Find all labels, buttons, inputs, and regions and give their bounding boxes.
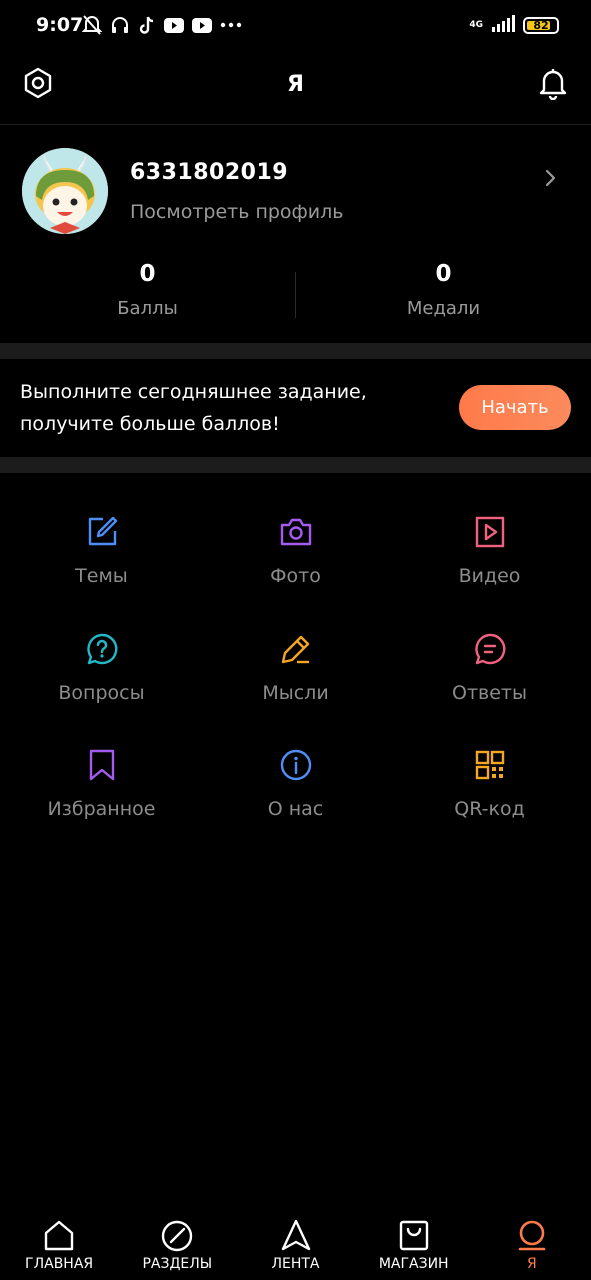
youtube-icon bbox=[164, 17, 184, 33]
grid-item-about[interactable]: О нас bbox=[203, 706, 388, 823]
grid-label: Избранное bbox=[47, 798, 156, 820]
section-divider bbox=[0, 343, 591, 359]
points-stat[interactable]: 0 Баллы bbox=[0, 258, 295, 328]
medals-value: 0 bbox=[435, 261, 452, 287]
task-line-2: получите больше баллов! bbox=[20, 413, 280, 435]
profile-circle-icon bbox=[515, 1218, 549, 1252]
medals-stat[interactable]: 0 Медали bbox=[296, 258, 591, 328]
home-icon bbox=[42, 1218, 76, 1252]
nav-label: РАЗДЕЛЫ bbox=[142, 1256, 213, 1272]
grid-item-video[interactable]: Видео bbox=[388, 473, 591, 590]
nav-store[interactable]: МАГАЗИН bbox=[355, 1208, 473, 1280]
qr-code-icon bbox=[473, 748, 507, 782]
edit-icon bbox=[85, 515, 119, 549]
grid-item-topics[interactable]: Темы bbox=[0, 473, 203, 590]
page-title: Я bbox=[287, 72, 304, 97]
muted-bell-icon bbox=[82, 14, 102, 36]
info-icon bbox=[279, 748, 313, 782]
bookmark-icon bbox=[85, 748, 119, 782]
grid-label: QR-код bbox=[454, 798, 525, 820]
task-line-1: Выполните сегодняшнее задание, bbox=[20, 381, 367, 403]
nav-label: ГЛАВНАЯ bbox=[25, 1256, 94, 1272]
youtube-icon bbox=[192, 17, 212, 33]
grid-label: Вопросы bbox=[58, 681, 145, 704]
system-status: 4G 82 bbox=[469, 14, 559, 36]
nav-feed[interactable]: ЛЕНТА bbox=[236, 1208, 354, 1280]
nav-home[interactable]: ГЛАВНАЯ bbox=[0, 1208, 118, 1280]
grid-item-favorites[interactable]: Избранное bbox=[0, 706, 203, 823]
tiktok-icon bbox=[138, 15, 156, 35]
more-dots-icon bbox=[220, 22, 242, 28]
nav-label: МАГАЗИН bbox=[378, 1256, 449, 1272]
grid-item-answers[interactable]: Ответы bbox=[388, 590, 591, 707]
start-button[interactable]: Начать bbox=[459, 385, 571, 430]
battery-percent: 82 bbox=[533, 18, 549, 32]
grid-label: Ответы bbox=[452, 681, 527, 704]
status-bar: 9:07 4G 82 bbox=[0, 0, 591, 52]
grid-label: Темы bbox=[75, 565, 128, 587]
task-text: Выполните сегодняшнее задание, получите … bbox=[20, 376, 420, 440]
nav-label: ЛЕНТА bbox=[271, 1256, 320, 1272]
sections-icon bbox=[160, 1218, 194, 1252]
profile-card: 6331802019 Посмотреть профиль 0 Баллы 0 … bbox=[0, 126, 591, 343]
question-icon bbox=[85, 632, 119, 666]
grid-label: О нас bbox=[267, 798, 324, 820]
status-time: 9:07 bbox=[36, 14, 84, 36]
app-header: Я bbox=[0, 52, 591, 125]
section-divider bbox=[0, 457, 591, 473]
nav-label: Я bbox=[527, 1256, 537, 1272]
battery-icon: 82 bbox=[523, 16, 559, 34]
shopping-bag-icon bbox=[397, 1218, 431, 1252]
grid-item-thoughts[interactable]: Мысли bbox=[203, 590, 388, 707]
video-icon bbox=[473, 515, 507, 549]
bell-icon[interactable] bbox=[537, 66, 569, 101]
points-label: Баллы bbox=[117, 298, 178, 319]
navigation-arrow-icon bbox=[279, 1218, 313, 1252]
user-id: 6331802019 bbox=[130, 160, 289, 185]
grid-label: Видео bbox=[458, 565, 521, 587]
grid-item-questions[interactable]: Вопросы bbox=[0, 590, 203, 707]
avatar[interactable] bbox=[22, 148, 108, 234]
points-value: 0 bbox=[139, 261, 156, 287]
headphones-icon bbox=[110, 15, 130, 35]
notification-icons bbox=[82, 14, 242, 36]
camera-icon bbox=[279, 515, 313, 549]
chat-icon bbox=[473, 632, 507, 666]
grid-label: Мысли bbox=[262, 681, 329, 704]
network-type: 4G bbox=[469, 19, 483, 30]
grid-item-qr-code[interactable]: QR-код bbox=[388, 706, 591, 823]
nav-profile[interactable]: Я bbox=[473, 1208, 591, 1280]
nav-sections[interactable]: РАЗДЕЛЫ bbox=[118, 1208, 236, 1280]
chevron-right-icon[interactable] bbox=[543, 168, 557, 188]
grid-item-photo[interactable]: Фото bbox=[203, 473, 388, 590]
feature-grid: Темы Фото Видео Вопросы Мысли Ответы Изб… bbox=[0, 473, 591, 823]
daily-task-banner: Выполните сегодняшнее задание, получите … bbox=[0, 358, 591, 457]
pencil-icon bbox=[279, 632, 313, 666]
view-profile-link[interactable]: Посмотреть профиль bbox=[130, 201, 343, 223]
medals-label: Медали bbox=[406, 298, 481, 319]
grid-label: Фото bbox=[270, 565, 321, 587]
profile-stats: 0 Баллы 0 Медали bbox=[0, 258, 591, 328]
signal-icon bbox=[491, 14, 515, 36]
bottom-navigation: ГЛАВНАЯ РАЗДЕЛЫ ЛЕНТА МАГАЗИН Я bbox=[0, 1208, 591, 1280]
